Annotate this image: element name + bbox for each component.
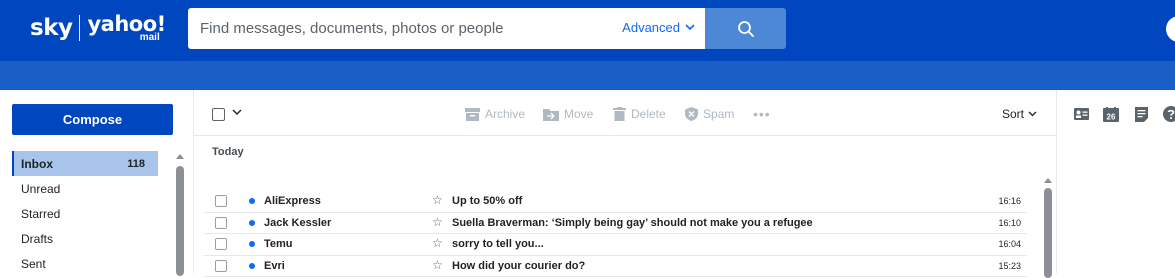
chevron-down-icon bbox=[1028, 111, 1037, 117]
unread-count-badge: 118 bbox=[127, 157, 145, 170]
move-button[interactable]: Move bbox=[543, 107, 593, 121]
shield-icon bbox=[685, 107, 698, 121]
message-sender: Temu bbox=[264, 238, 293, 250]
nav-scrollbar[interactable] bbox=[176, 166, 184, 276]
message-row[interactable]: AliExpress ☆ Up to 50% off 16:16 bbox=[204, 191, 1027, 213]
archive-label: Archive bbox=[485, 107, 526, 121]
move-label: Move bbox=[564, 107, 594, 121]
logo-mail-text: mail bbox=[139, 31, 160, 43]
message-subject: Up to 50% off bbox=[452, 195, 523, 207]
logo-yahoo: yahoo! mail bbox=[87, 13, 166, 43]
top-header: sky yahoo! mail Advanced bbox=[0, 0, 1175, 61]
nav-item-label: Inbox bbox=[21, 156, 53, 171]
compose-button[interactable]: Compose bbox=[12, 104, 173, 135]
message-list-pane: Archive Move Delete Spam ••• Sort Today … bbox=[193, 90, 1057, 278]
logo-divider bbox=[79, 15, 81, 41]
message-sender: Jack Kessler bbox=[264, 216, 332, 229]
message-row[interactable]: Evri ☆ How did your courier do? 15:23 bbox=[204, 256, 1027, 277]
message-time: 16:16 bbox=[998, 196, 1021, 206]
right-rail: 26 bbox=[1073, 106, 1175, 122]
select-all-checkbox[interactable] bbox=[212, 108, 225, 121]
message-time: 16:04 bbox=[998, 239, 1021, 249]
message-sender: AliExpress bbox=[264, 195, 321, 207]
folder-move-icon bbox=[543, 108, 559, 121]
account-avatar[interactable] bbox=[1166, 16, 1175, 42]
more-actions-button[interactable]: ••• bbox=[753, 106, 771, 122]
delete-label: Delete bbox=[631, 107, 666, 121]
delete-button[interactable]: Delete bbox=[613, 107, 666, 121]
unread-dot-icon bbox=[249, 262, 255, 269]
folder-nav: Inbox 118 Unread Starred Drafts Sent bbox=[12, 151, 158, 276]
advanced-search-label: Advanced bbox=[622, 20, 680, 35]
date-group-header: Today bbox=[212, 146, 244, 158]
sort-label: Sort bbox=[1002, 107, 1025, 121]
message-time: 15:23 bbox=[998, 260, 1021, 271]
spam-label: Spam bbox=[703, 107, 735, 121]
unread-dot-icon bbox=[249, 241, 255, 247]
star-icon[interactable]: ☆ bbox=[432, 215, 443, 229]
nav-item-label: Drafts bbox=[21, 231, 54, 246]
nav-item-label: Starred bbox=[21, 206, 61, 221]
message-row[interactable]: Jack Kessler ☆ Suella Braverman: ‘Simply… bbox=[204, 213, 1027, 234]
archive-button[interactable]: Archive bbox=[465, 107, 525, 121]
star-icon[interactable]: ☆ bbox=[432, 236, 443, 250]
header-subbar bbox=[0, 61, 1175, 90]
nav-item-sent[interactable]: Sent bbox=[12, 251, 158, 276]
contacts-icon[interactable] bbox=[1073, 106, 1089, 122]
star-icon[interactable]: ☆ bbox=[432, 193, 443, 207]
chevron-down-icon[interactable] bbox=[232, 109, 242, 116]
message-row[interactable]: Temu ☆ sorry to tell you... 16:04 bbox=[204, 234, 1027, 256]
nav-item-starred[interactable]: Starred bbox=[12, 201, 158, 226]
unread-dot-icon bbox=[249, 198, 255, 204]
message-subject: How did your courier do? bbox=[452, 259, 586, 272]
message-list-scrollbar[interactable] bbox=[1044, 188, 1052, 278]
message-checkbox[interactable] bbox=[215, 216, 227, 229]
nav-item-label: Sent bbox=[21, 256, 46, 271]
advanced-search-button[interactable]: Advanced bbox=[622, 20, 695, 35]
message-rows: AliExpress ☆ Up to 50% off 16:16 Jack Ke… bbox=[204, 191, 1027, 277]
logo-sky-text: sky bbox=[30, 15, 73, 41]
chevron-down-icon bbox=[685, 24, 695, 31]
spam-button[interactable]: Spam bbox=[685, 107, 734, 121]
message-subject: sorry to tell you... bbox=[452, 238, 544, 250]
archive-icon bbox=[465, 107, 480, 121]
nav-item-drafts[interactable]: Drafts bbox=[12, 226, 158, 251]
sky-yahoo-mail-logo[interactable]: sky yahoo! mail bbox=[30, 12, 166, 44]
message-subject: Suella Braverman: ‘Simply being gay’ sho… bbox=[452, 216, 813, 229]
unread-dot-icon bbox=[249, 219, 255, 226]
nav-item-label: Unread bbox=[21, 181, 61, 196]
help-icon[interactable] bbox=[1163, 106, 1175, 122]
search-button[interactable] bbox=[705, 8, 786, 49]
sort-button[interactable]: Sort bbox=[1002, 107, 1037, 121]
message-checkbox[interactable] bbox=[215, 238, 227, 250]
message-checkbox[interactable] bbox=[215, 195, 227, 207]
calendar-day-text: 26 bbox=[1107, 112, 1116, 121]
search-icon bbox=[737, 20, 754, 37]
message-time: 16:10 bbox=[998, 217, 1021, 228]
search-box: Advanced bbox=[188, 8, 705, 49]
nav-item-inbox[interactable]: Inbox 118 bbox=[12, 151, 158, 176]
trash-icon bbox=[613, 107, 626, 121]
message-sender: Evri bbox=[264, 259, 285, 272]
message-checkbox[interactable] bbox=[215, 259, 227, 272]
scroll-up-arrow-icon[interactable] bbox=[1043, 176, 1053, 184]
scroll-up-arrow-icon[interactable] bbox=[175, 152, 185, 160]
message-toolbar: Archive Move Delete Spam ••• Sort bbox=[194, 90, 1056, 136]
star-icon[interactable]: ☆ bbox=[432, 258, 443, 272]
notepad-icon[interactable] bbox=[1133, 106, 1149, 122]
search-input[interactable] bbox=[188, 8, 608, 49]
calendar-icon[interactable]: 26 bbox=[1103, 106, 1119, 122]
nav-item-unread[interactable]: Unread bbox=[12, 176, 158, 201]
